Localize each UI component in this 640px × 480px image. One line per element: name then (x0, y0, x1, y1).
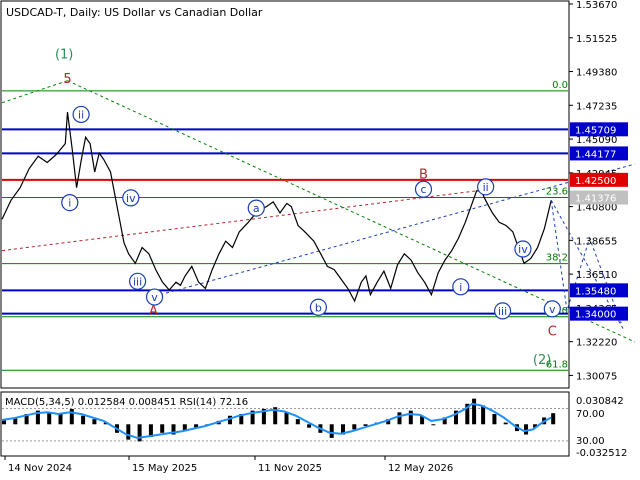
time-axis: 14 Nov 2024 15 May 2025 11 Nov 2025 12 May … (4, 456, 453, 474)
wave-label: ii (483, 181, 489, 194)
macd-bar (524, 424, 529, 435)
price-axis-tick-label: 1.32220 (576, 338, 617, 349)
wave-label: A (149, 304, 158, 319)
price-axis-tick-label: 1.36510 (576, 270, 617, 281)
wave-label: iii (498, 305, 507, 318)
macd-bar (295, 419, 300, 425)
macd-bar (58, 414, 63, 425)
macd-bar (92, 419, 97, 425)
macd-bar (284, 412, 289, 425)
level-value-label: 1.45709 (575, 125, 616, 136)
indicator-axis-label: -0.032512 (576, 448, 627, 459)
macd-bar (408, 410, 413, 425)
wave-label: 5 (63, 72, 71, 87)
indicator-label: MACD(5,34,5) 0.012584 0.008451 RSI(14) 7… (5, 397, 248, 408)
price-axis-tick-label: 1.49380 (576, 68, 617, 79)
fib-level-label: 0.0 (552, 80, 568, 91)
wave-label: v (151, 291, 158, 304)
wave-label: i (68, 197, 71, 210)
time-axis-label: 11 Nov 2025 (258, 463, 322, 474)
macd-bar (551, 413, 556, 425)
wave-label: b (315, 301, 322, 314)
wave-label: ii (78, 108, 84, 121)
macd-bar (503, 422, 508, 425)
price-axis-tick-label: 1.47235 (576, 101, 617, 112)
chart-title: USDCAD-T, Daily: US Dollar vs Canadian D… (6, 6, 263, 19)
macd-bar (69, 408, 74, 425)
price-axis-tick-label: 1.45090 (576, 135, 617, 146)
wave-label: v (549, 303, 556, 316)
macd-bar (481, 405, 486, 425)
level-value-label: 1.34000 (575, 310, 616, 321)
wave-label: C (548, 325, 557, 340)
macd-bar (492, 414, 497, 425)
macd-bar (472, 398, 477, 425)
indicator-axis-label: 30.00 (576, 436, 605, 447)
macd-bar (160, 424, 165, 433)
indicator-axis-label: 0.030842 (576, 396, 624, 407)
macd-bar (307, 424, 312, 428)
macd-bar (352, 424, 357, 430)
wave-label: B (419, 167, 428, 182)
price-axis-tick-label: 1.51525 (576, 34, 617, 45)
wave-label: (1) (55, 48, 73, 63)
level-value-label: 1.44177 (575, 149, 616, 160)
macd-bar (81, 415, 86, 425)
time-axis-label: 12 May 2026 (388, 463, 453, 474)
price-axis-tick-label: 1.30075 (576, 371, 617, 382)
price-axis: 1.536701.515251.493801.472351.450901.429… (569, 0, 628, 459)
macd-bar (126, 424, 131, 440)
wave-label: c (420, 183, 426, 196)
level-value-label: 1.35480 (575, 286, 616, 297)
price-axis-tick-label: 1.53670 (576, 0, 617, 11)
wave-label: (2) (533, 353, 551, 368)
level-value-label: 1.41376 (575, 194, 616, 205)
wave-label: iv (518, 243, 528, 256)
time-axis-label: 14 Nov 2024 (8, 463, 72, 474)
wave-label: i (459, 281, 462, 294)
level-value-label: 1.42500 (575, 176, 616, 187)
wave-label: a (253, 202, 260, 215)
macd-bar (329, 424, 334, 438)
fib-level-label: 38.2 (546, 253, 568, 264)
wave-label: iii (133, 275, 142, 288)
macd-bar (47, 412, 52, 425)
indicator-axis-label: 70.00 (576, 409, 605, 420)
wave-label: iv (126, 192, 136, 205)
macd-bar (431, 424, 436, 426)
time-axis-label: 15 May 2025 (132, 463, 197, 474)
chart-canvas: 0.023.638.250.061.8(1)5iiiiviiivAabBciii… (0, 0, 636, 474)
price-axis-tick-label: 1.38655 (576, 236, 617, 247)
macd-bar (397, 412, 402, 425)
